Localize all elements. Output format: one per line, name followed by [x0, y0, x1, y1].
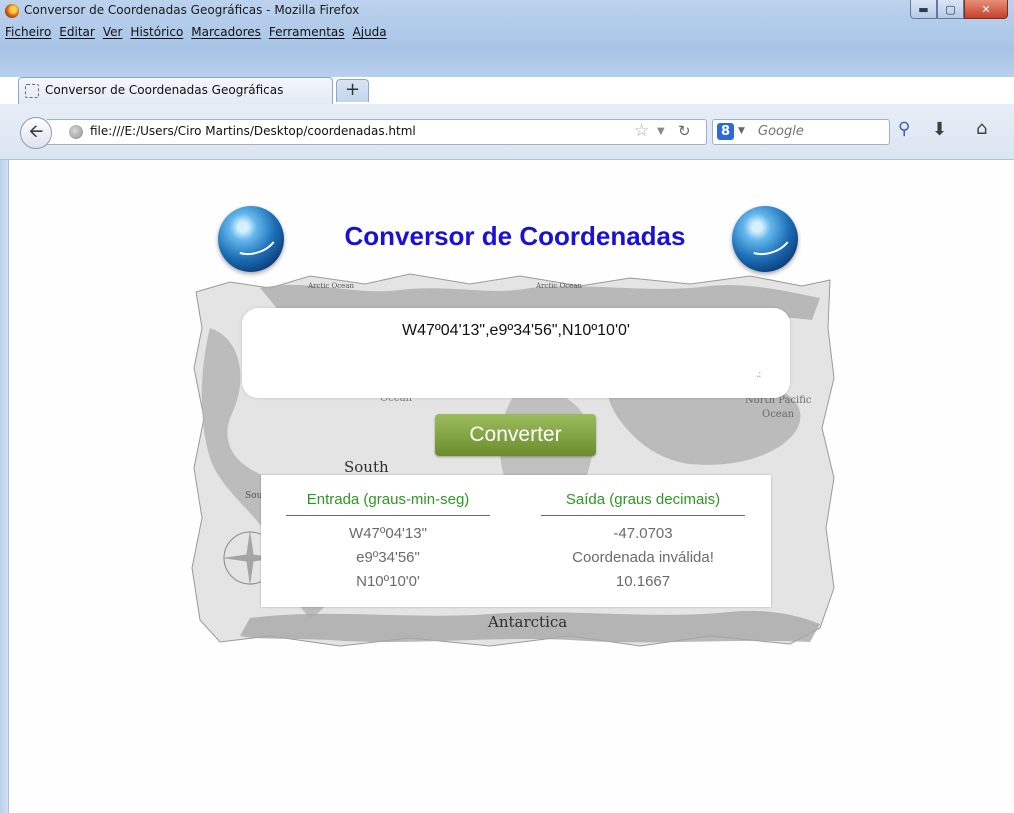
- menu-ver[interactable]: Ver: [99, 23, 127, 43]
- back-arrow-icon: 🡨: [28, 121, 44, 142]
- output-header-divider: [541, 515, 745, 516]
- search-icon[interactable]: ⚲: [898, 119, 910, 139]
- input-value-3: N10º10'0': [356, 573, 420, 590]
- url-text[interactable]: file:///E:/Users/Ciro Martins/Desktop/co…: [90, 124, 416, 138]
- map-label-antarctica: Antarctica: [488, 613, 568, 631]
- new-tab-button[interactable]: +: [336, 79, 369, 102]
- menu-ajuda[interactable]: Ajuda: [349, 23, 391, 43]
- output-value-2: Coordenada inválida!: [572, 549, 714, 566]
- output-value-1: -47.0703: [613, 525, 673, 542]
- search-input[interactable]: [758, 120, 878, 142]
- input-value-1: W47º04'13": [349, 525, 427, 542]
- tab-conversor[interactable]: Conversor de Coordenadas Geográficas: [18, 77, 333, 104]
- close-button[interactable]: ✕: [964, 0, 1008, 19]
- reload-icon[interactable]: ↻: [678, 122, 691, 140]
- close-icon: ✕: [981, 2, 991, 16]
- menu-marcadores[interactable]: Marcadores: [187, 23, 265, 43]
- menu-ferramentas[interactable]: Ferramentas: [265, 23, 349, 43]
- menu-historico[interactable]: Histórico: [126, 23, 187, 43]
- results-table: Entrada (graus-min-seg) Saída (graus dec…: [261, 475, 771, 607]
- map-label-arctic-2: Arctic Ocean: [536, 282, 583, 290]
- output-value-3: 10.1667: [615, 573, 671, 590]
- back-button[interactable]: 🡨: [20, 117, 52, 149]
- tab-bar: [0, 50, 1014, 77]
- globe-left-icon: [218, 206, 284, 272]
- output-column-header: Saída (graus decimais): [565, 491, 721, 508]
- history-dropdown-icon[interactable]: ▼: [657, 126, 665, 137]
- map-label-south: South: [344, 458, 389, 476]
- tab-label: Conversor de Coordenadas Geográficas: [45, 83, 284, 97]
- window-title: Conversor de Coordenadas Geográficas - M…: [24, 3, 360, 17]
- input-header-divider: [286, 515, 490, 516]
- page-title: Conversor de Coordenadas: [344, 221, 686, 251]
- menu-bar: Ficheiro Editar Ver Histórico Marcadores…: [0, 23, 391, 43]
- map-label-arctic-1: Arctic Ocean: [308, 282, 355, 290]
- maximize-icon: ▢: [945, 2, 956, 16]
- search-engine-dropdown-icon[interactable]: ▼: [738, 126, 745, 136]
- window-left-frame: [0, 160, 8, 813]
- resize-grip-icon[interactable]: .:: [756, 369, 761, 380]
- map-label-north-pacific-ocean: Ocean: [762, 409, 795, 420]
- input-value-2: e9º34'56": [356, 549, 420, 566]
- downloads-icon[interactable]: ⬇: [932, 119, 947, 140]
- bookmark-star-icon[interactable]: ☆: [634, 121, 649, 141]
- minimize-button[interactable]: ▬: [910, 0, 937, 19]
- google-engine-icon[interactable]: 8: [717, 123, 734, 140]
- site-identity-icon[interactable]: [69, 125, 83, 139]
- input-column-header: Entrada (graus-min-seg): [306, 491, 470, 508]
- globe-right-icon: [732, 206, 798, 272]
- convert-button[interactable]: Converter: [435, 414, 596, 456]
- maximize-button[interactable]: ▢: [937, 0, 964, 19]
- firefox-logo-icon: [5, 4, 19, 18]
- map-label-sou: Sou: [245, 491, 263, 501]
- page-favicon-icon: [25, 84, 39, 98]
- menu-ficheiro[interactable]: Ficheiro: [0, 23, 55, 43]
- coordinates-textarea-value[interactable]: W47º04'13",e9º34'56",N10º10'0': [242, 322, 790, 340]
- minimize-icon: ▬: [918, 2, 929, 16]
- home-icon[interactable]: ⌂: [976, 118, 987, 139]
- window-controls: ▬ ▢ ✕: [910, 0, 1008, 19]
- menu-editar[interactable]: Editar: [55, 23, 99, 43]
